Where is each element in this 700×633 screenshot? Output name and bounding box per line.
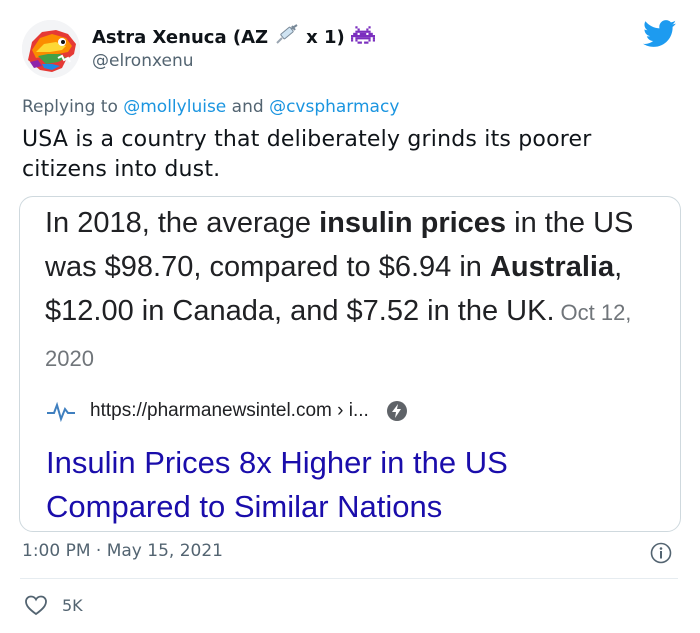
snippet-text-1: In 2018, the average [45, 207, 320, 239]
syringe-icon [274, 24, 300, 51]
amp-lightning-icon [386, 401, 407, 421]
twitter-bird-icon[interactable] [643, 20, 677, 48]
replying-to: Replying to @mollyluise and @cvspharmacy [22, 97, 399, 117]
source-url: https://pharmanewsintel.com › i... [90, 400, 369, 421]
info-icon[interactable] [650, 542, 672, 564]
replying-prefix: Replying to [22, 97, 118, 117]
tweet-time: 1:00 PM [22, 541, 91, 561]
snippet-bold-australia: Australia [489, 251, 615, 283]
snippet-bold-insulin-prices: insulin prices [319, 207, 507, 239]
like-button[interactable]: 5K [24, 594, 83, 616]
pulse-favicon-icon [47, 401, 75, 423]
tweet-date: May 15, 2021 [106, 541, 223, 561]
mention-cvspharmacy[interactable]: @cvspharmacy [269, 97, 399, 117]
card-snippet: In 2018, the average insulin prices in t… [45, 201, 670, 381]
heart-icon [25, 595, 47, 616]
avatar[interactable] [22, 20, 80, 78]
tweet-text: USA is a country that deliberately grind… [22, 127, 592, 182]
link-card[interactable]: In 2018, the average insulin prices in t… [19, 196, 681, 532]
tweet-timestamp[interactable]: 1:00 PM · May 15, 2021 [22, 541, 223, 561]
replying-conjunction: and [231, 97, 264, 117]
meta-separator: · [95, 541, 102, 561]
like-count: 5K [62, 595, 83, 615]
divider [20, 578, 678, 579]
card-source[interactable]: https://pharmanewsintel.com › i... [46, 399, 407, 423]
author-handle[interactable]: @elronxenu [92, 51, 194, 71]
author-name-part2: x 1) [306, 27, 345, 48]
author-name[interactable]: Astra Xenuca (AZ x 1) [92, 24, 381, 51]
author-name-part1: Astra Xenuca (AZ [92, 27, 269, 48]
space-invader-icon [350, 25, 375, 50]
card-headline[interactable]: Insulin Prices 8x Higher in the US Compa… [46, 441, 656, 529]
dinosaur-avatar-icon [22, 20, 80, 78]
mention-mollyluise[interactable]: @mollyluise [123, 97, 226, 117]
